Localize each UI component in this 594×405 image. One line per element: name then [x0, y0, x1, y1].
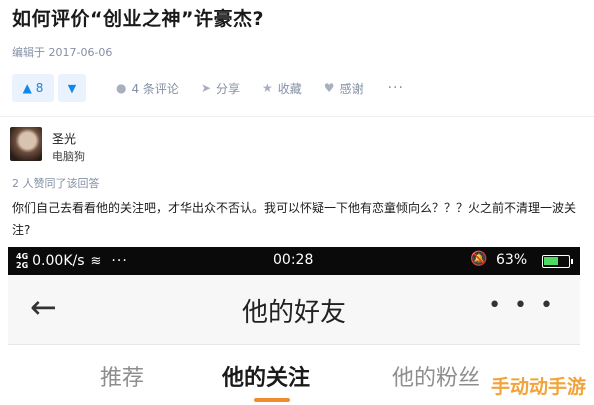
share-label: 分享 — [216, 81, 241, 96]
thanks-button[interactable]: ♥ 感谢 — [324, 80, 364, 97]
comment-bubble-icon: ● — [116, 81, 127, 95]
author-avatar[interactable] — [10, 127, 42, 161]
upvote-button[interactable]: ▲ 8 — [12, 74, 54, 102]
author-bio: 电脑狗 — [52, 150, 85, 163]
thanks-label: 感谢 — [339, 81, 364, 96]
phone-nav-bar: ← 他的好友 • • • — [8, 275, 580, 345]
network-speed: 0.00K/s — [32, 253, 85, 269]
answer-body: 你们自己去看看他的关注吧，才华出众不否认。我可以怀疑一下他有恋童倾向么？？？火之… — [12, 201, 577, 237]
paper-plane-icon: ➤ — [200, 81, 211, 95]
battery-level — [544, 257, 559, 265]
divider — [0, 116, 594, 117]
edit-time: 编辑于 2017-06-06 — [12, 46, 113, 59]
battery-icon — [542, 255, 573, 268]
triangle-down-icon: ▼ — [67, 81, 77, 95]
star-icon: ★ — [262, 81, 273, 95]
battery-percent: 63% — [496, 252, 528, 268]
agree-count-text: 2 人赞同了该回答 — [12, 177, 100, 190]
watermark-logo: 手动动手游 — [490, 376, 586, 398]
signal-indicator: 4G 2G — [16, 252, 29, 270]
comments-label: 4 条评论 — [131, 81, 179, 96]
collect-label: 收藏 — [277, 81, 302, 96]
phone-status-bar: 4G 2G 0.00K/s ≋ ··· 00:28 🔕 63% — [8, 247, 580, 275]
heart-icon: ♥ — [323, 81, 335, 95]
tab-following[interactable]: 他的关注 — [222, 360, 310, 392]
more-options-icon[interactable]: • • • — [488, 293, 556, 318]
wifi-icon: ≋ — [90, 253, 102, 269]
triangle-up-icon: ▲ — [22, 81, 32, 95]
status-time: 00:28 — [273, 252, 314, 268]
more-actions-button[interactable]: ··· — [388, 80, 404, 96]
author-name[interactable]: 圣光 — [52, 130, 76, 147]
tab-recommend[interactable]: 推荐 — [100, 360, 144, 392]
tab-followers[interactable]: 他的粉丝 — [392, 360, 480, 392]
muted-bell-icon: 🔕 — [470, 251, 488, 267]
downvote-button[interactable]: ▼ — [58, 74, 86, 102]
active-tab-indicator — [254, 398, 290, 402]
share-button[interactable]: ➤ 分享 — [201, 80, 240, 97]
collect-button[interactable]: ★ 收藏 — [262, 80, 302, 97]
notification-dots: ··· — [111, 253, 128, 269]
comments-button[interactable]: ● 4 条评论 — [116, 80, 179, 97]
question-title: 如何评价“创业之神”许豪杰? — [12, 8, 264, 30]
answer-action-bar: ▲ 8 ▼ ● 4 条评论 ➤ 分享 ★ 收藏 ♥ 感谢 ··· — [12, 74, 404, 102]
upvote-count: 8 — [35, 81, 44, 95]
